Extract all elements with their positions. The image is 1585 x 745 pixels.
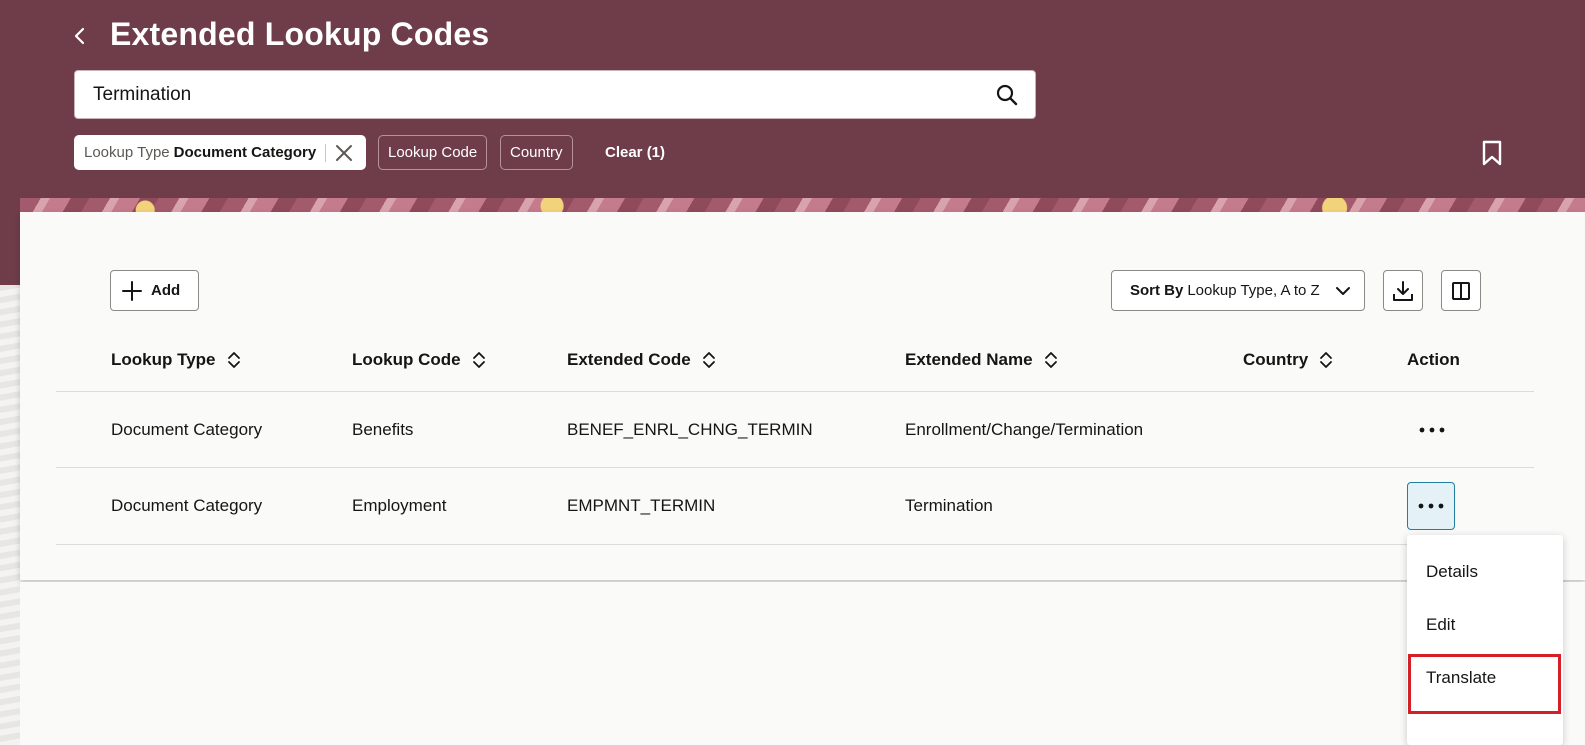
column-header-extended-name[interactable]: Extended Name <box>905 350 1059 370</box>
more-horizontal-icon <box>1418 503 1444 509</box>
cell-extended-name: Enrollment/Change/Termination <box>905 420 1144 439</box>
remove-filter-button[interactable] <box>330 139 358 167</box>
row-divider <box>56 544 1534 545</box>
column-header-label: Lookup Type <box>111 350 216 369</box>
sort-toggle-icon <box>472 352 485 368</box>
back-button[interactable] <box>66 22 94 50</box>
sort-toggle-icon <box>227 352 240 368</box>
menu-item-details[interactable]: Details <box>1407 547 1563 597</box>
clear-filters-link[interactable]: Clear (1) <box>605 144 665 161</box>
add-button[interactable]: Add <box>110 270 199 311</box>
menu-item-edit[interactable]: Edit <box>1407 600 1563 650</box>
column-header-label: Action <box>1407 350 1460 369</box>
sort-value: Lookup Type, A to Z <box>1187 282 1320 299</box>
plus-icon <box>122 280 142 301</box>
chevron-down-icon <box>1336 287 1350 295</box>
cell-lookup-type: Document Category <box>111 420 263 439</box>
sort-toggle-icon <box>702 352 715 368</box>
download-icon <box>1393 280 1413 301</box>
row-actions-button[interactable] <box>1408 406 1456 454</box>
more-horizontal-icon <box>1419 427 1445 433</box>
cell-extended-code: BENEF_ENRL_CHNG_TERMIN <box>567 420 813 439</box>
add-button-label: Add <box>151 282 181 299</box>
filter-chip-label: Lookup Type <box>84 144 170 161</box>
chevron-left-icon <box>74 27 85 45</box>
search-input[interactable] <box>75 71 975 118</box>
column-header-country[interactable]: Country <box>1243 350 1334 370</box>
cell-lookup-type: Document Category <box>111 496 263 515</box>
row-divider <box>56 467 1534 468</box>
column-header-lookup-type[interactable]: Lookup Type <box>111 350 242 370</box>
cell-extended-name: Termination <box>905 496 993 515</box>
sort-prefix: Sort By <box>1130 282 1184 299</box>
filter-chip-value: Document Category <box>173 144 317 161</box>
page-title: Extended Lookup Codes <box>110 16 490 52</box>
filter-chip-lookup-code[interactable]: Lookup Code <box>378 135 488 170</box>
chip-divider <box>325 143 327 162</box>
column-header-label: Extended Name <box>905 350 1033 369</box>
cell-lookup-code: Benefits <box>352 420 414 439</box>
sort-by-select[interactable]: Sort By Lookup Type, A to Z <box>1111 270 1365 311</box>
sort-toggle-icon <box>1320 352 1333 368</box>
results-card: Add Sort By Lookup Type, A to Z Lookup T… <box>20 212 1585 580</box>
sort-toggle-icon <box>1044 352 1057 368</box>
filter-chip-country[interactable]: Country <box>500 135 573 170</box>
column-header-label: Extended Code <box>567 350 691 369</box>
menu-item-translate[interactable]: Translate <box>1407 653 1563 703</box>
bookmark-icon[interactable] <box>1480 140 1504 166</box>
cell-lookup-code: Employment <box>352 496 447 515</box>
close-icon <box>336 144 353 161</box>
row-actions-button-active[interactable] <box>1407 482 1455 530</box>
column-header-label: Lookup Code <box>352 350 461 369</box>
background-texture <box>0 285 20 745</box>
columns-icon <box>1452 281 1470 300</box>
columns-button[interactable] <box>1441 270 1481 311</box>
column-header-action: Action <box>1407 350 1460 370</box>
filter-chip-lookup-type[interactable]: Lookup Type Document Category <box>74 135 366 170</box>
row-divider <box>56 391 1534 392</box>
search-box[interactable] <box>74 70 1036 119</box>
column-header-lookup-code[interactable]: Lookup Code <box>352 350 487 370</box>
row-action-menu: Details Edit Translate <box>1407 535 1563 745</box>
content-area <box>20 582 1585 745</box>
column-header-extended-code[interactable]: Extended Code <box>567 350 717 370</box>
cell-extended-code: EMPMNT_TERMIN <box>567 496 716 515</box>
column-header-label: Country <box>1243 350 1309 369</box>
download-button[interactable] <box>1383 270 1423 311</box>
search-icon[interactable] <box>995 83 1019 107</box>
